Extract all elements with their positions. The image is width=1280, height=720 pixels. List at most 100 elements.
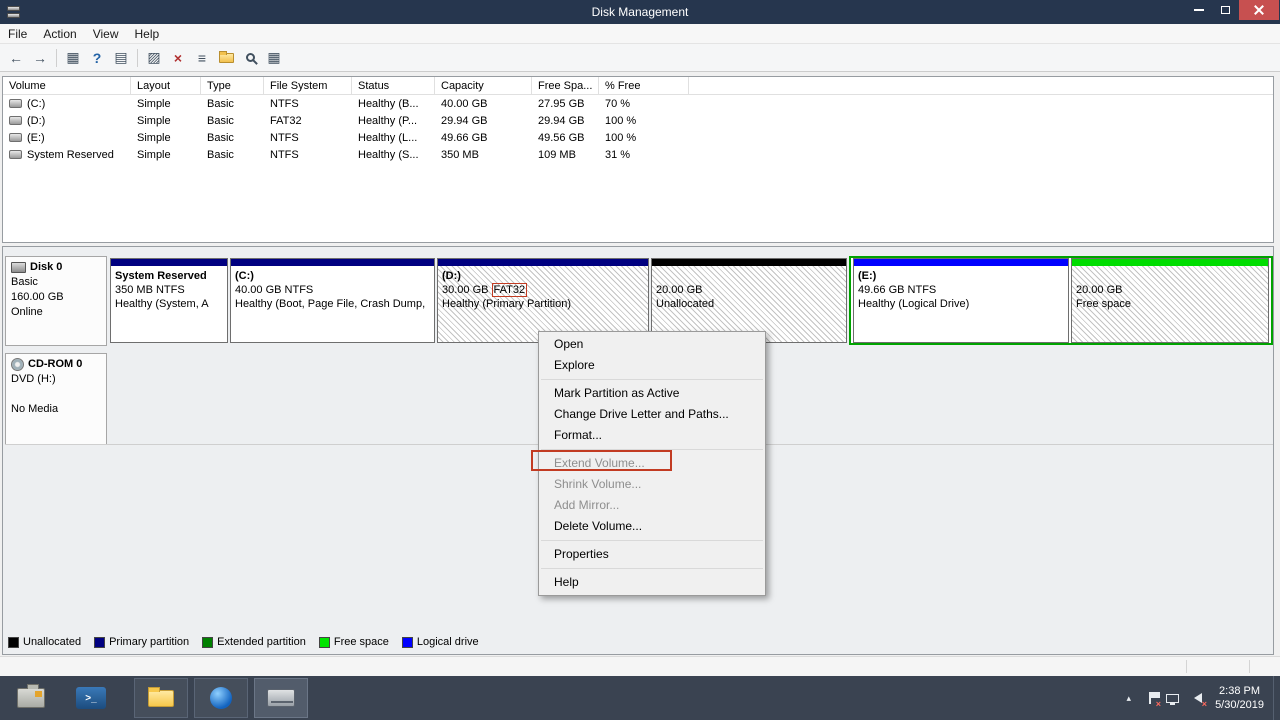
partition-size: 40.00 GB NTFS [235, 283, 430, 297]
table-row-d[interactable]: (D:) Simple Basic FAT32 Healthy (P... 29… [3, 112, 1273, 129]
menu-action[interactable]: Action [35, 24, 84, 43]
column-capacity[interactable]: Capacity [435, 77, 532, 94]
menu-item-properties[interactable]: Properties [539, 544, 765, 565]
menu-item-open[interactable]: Open [539, 334, 765, 355]
column-file-system[interactable]: File System [264, 77, 352, 94]
menu-item-shrink-volume[interactable]: Shrink Volume... [539, 474, 765, 495]
console-tree-icon[interactable]: ▦ [61, 47, 85, 69]
cell-free-space: 29.94 GB [532, 115, 599, 127]
column-volume[interactable]: Volume [3, 77, 131, 94]
export-list-icon[interactable]: ▤ [109, 47, 133, 69]
column-pct-free[interactable]: % Free [599, 77, 689, 94]
cell-layout: Simple [131, 132, 201, 144]
volume-list-panel: Volume Layout Type File System Status Ca… [2, 76, 1274, 243]
disk0-name: Disk 0 [30, 260, 62, 275]
menu-help[interactable]: Help [127, 24, 168, 43]
powershell-icon: >_ [76, 687, 106, 709]
column-type[interactable]: Type [201, 77, 264, 94]
menu-item-delete-volume[interactable]: Delete Volume... [539, 516, 765, 537]
properties-icon[interactable]: ≡ [190, 47, 214, 69]
snapin-icon[interactable]: ▦ [262, 47, 286, 69]
system-tray: ▴ × × 2:38 PM 5/30/2019 [1120, 676, 1280, 720]
toolbar: ← → ▦ ? ▤ ▨ × ≡ ▦ [0, 44, 1280, 72]
partition-status: Healthy (Boot, Page File, Crash Dump, [235, 297, 430, 311]
menu-item-format[interactable]: Format... [539, 425, 765, 446]
cell-capacity: 40.00 GB [435, 98, 532, 110]
show-desktop-button[interactable] [1273, 676, 1280, 720]
menu-file[interactable]: File [0, 24, 35, 43]
cell-type: Basic [201, 132, 264, 144]
free-space-strip [1072, 259, 1268, 266]
legend-logical-drive: Logical drive [402, 636, 479, 648]
server-manager-button[interactable] [4, 678, 58, 718]
cell-type: Basic [201, 115, 264, 127]
partition-system-reserved[interactable]: System Reserved 350 MB NTFS Healthy (Sys… [110, 258, 228, 343]
menu-item-change-drive-letter[interactable]: Change Drive Letter and Paths... [539, 404, 765, 425]
help-icon[interactable]: ? [85, 47, 109, 69]
toolbar-separator [56, 49, 57, 67]
disk-management-icon [267, 689, 295, 707]
magnifier-icon [246, 53, 255, 62]
minimize-icon [1194, 9, 1204, 11]
legend-primary-partition: Primary partition [94, 636, 189, 648]
back-icon[interactable]: ← [4, 47, 28, 69]
disk0-label[interactable]: Disk 0 Basic 160.00 GB Online [5, 256, 107, 346]
table-row-c[interactable]: (C:) Simple Basic NTFS Healthy (B... 40.… [3, 95, 1273, 112]
volume-muted-icon[interactable]: × [1187, 690, 1204, 706]
cdrom-name: CD-ROM 0 [28, 357, 82, 372]
powershell-button[interactable]: >_ [64, 678, 118, 718]
column-layout[interactable]: Layout [131, 77, 201, 94]
cell-volume: (D:) [27, 115, 45, 127]
cell-file-system: NTFS [264, 149, 352, 161]
annotation-extend-volume [531, 450, 672, 471]
partition-e-logical[interactable]: (E:) 49.66 GB NTFS Healthy (Logical Driv… [853, 258, 1069, 343]
partition-status: Free space [1076, 297, 1264, 311]
maximize-button[interactable] [1212, 0, 1239, 20]
menu-view[interactable]: View [85, 24, 127, 43]
table-row-system-reserved[interactable]: System Reserved Simple Basic NTFS Health… [3, 146, 1273, 163]
cell-pct-free: 100 % [599, 132, 689, 144]
cd-rom-icon [11, 358, 24, 371]
minimize-button[interactable] [1185, 0, 1212, 20]
forward-icon[interactable]: → [28, 47, 52, 69]
disk0-type: Basic [11, 275, 101, 290]
network-app-button[interactable] [194, 678, 248, 718]
partition-c[interactable]: (C:) 40.00 GB NTFS Healthy (Boot, Page F… [230, 258, 435, 343]
open-folder-icon[interactable] [214, 47, 238, 69]
clock[interactable]: 2:38 PM 5/30/2019 [1215, 684, 1264, 712]
unallocated-strip [652, 259, 846, 266]
menubar: File Action View Help [0, 24, 1280, 44]
partition-size: 49.66 GB NTFS [858, 283, 1064, 297]
tray-chevron-icon[interactable]: ▴ [1120, 693, 1139, 704]
drive-icon [9, 116, 22, 125]
file-explorer-button[interactable] [134, 678, 188, 718]
cell-pct-free: 70 % [599, 98, 689, 110]
primary-partition-strip [438, 259, 648, 266]
cell-capacity: 29.94 GB [435, 115, 532, 127]
delete-icon[interactable]: × [166, 47, 190, 69]
free-space-color-chip [319, 637, 330, 648]
find-icon[interactable] [238, 47, 262, 69]
close-icon [1254, 5, 1264, 15]
table-row-e[interactable]: (E:) Simple Basic NTFS Healthy (L... 49.… [3, 129, 1273, 146]
menu-item-add-mirror[interactable]: Add Mirror... [539, 495, 765, 516]
network-status-icon[interactable] [1164, 690, 1181, 706]
display-dialog-icon[interactable]: ▨ [142, 47, 166, 69]
close-button[interactable] [1239, 0, 1279, 20]
menu-item-help[interactable]: Help [539, 572, 765, 593]
logical-drive-strip [854, 259, 1068, 266]
column-free-space[interactable]: Free Spa... [532, 77, 599, 94]
menu-item-mark-partition-active[interactable]: Mark Partition as Active [539, 383, 765, 404]
action-center-flag-icon[interactable]: × [1141, 690, 1158, 706]
drive-icon [9, 150, 22, 159]
volume-table-header: Volume Layout Type File System Status Ca… [3, 77, 1273, 95]
cdrom-drive: DVD (H:) [11, 372, 101, 387]
menu-item-explore[interactable]: Explore [539, 355, 765, 376]
column-status[interactable]: Status [352, 77, 435, 94]
cdrom-label[interactable]: CD-ROM 0 DVD (H:) No Media [5, 353, 107, 445]
partition-size: 30.00 GB [442, 284, 492, 296]
partition-free-space[interactable]: 20.00 GB Free space [1071, 258, 1269, 343]
disk-management-taskbar-button[interactable] [254, 678, 308, 718]
cell-status: Healthy (L... [352, 132, 435, 144]
cell-volume: (E:) [27, 132, 45, 144]
